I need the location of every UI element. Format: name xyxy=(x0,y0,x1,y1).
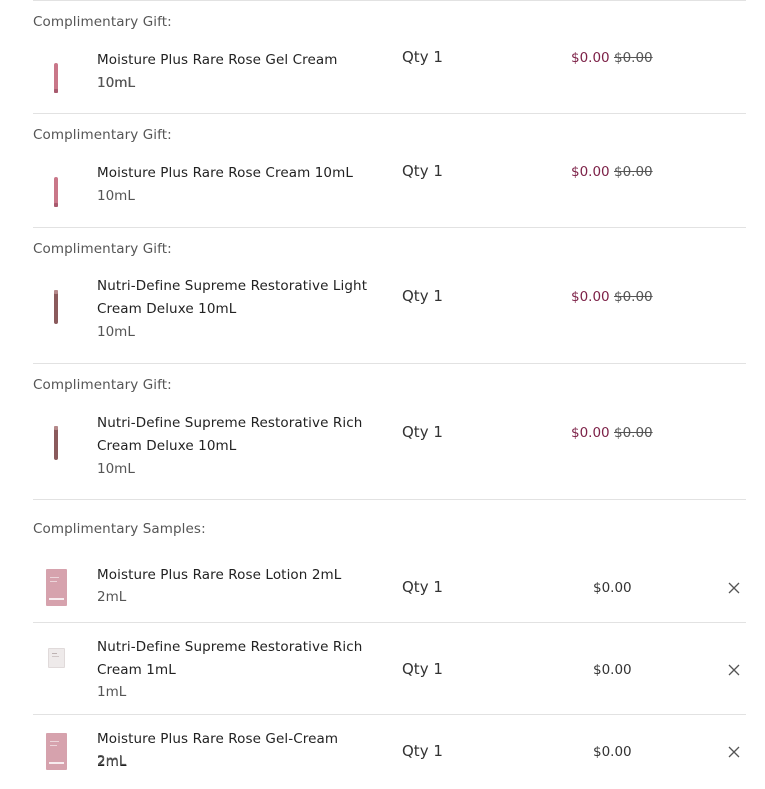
original-price: $0.00 xyxy=(614,425,653,441)
divider xyxy=(33,499,746,500)
product-size: 2mL xyxy=(97,589,127,605)
quantity: Qty 1 xyxy=(402,578,443,596)
product-name[interactable]: Nutri-Define Supreme Restorative Light C… xyxy=(97,275,372,321)
close-icon[interactable] xyxy=(727,745,741,759)
gift-section-label: Complimentary Gift: xyxy=(33,241,172,257)
original-price: $0.00 xyxy=(614,289,653,305)
price: $0.00 xyxy=(593,662,632,678)
white-sachet-icon xyxy=(48,648,65,668)
product-name[interactable]: Moisture Plus Rare Rose Cream 10mL xyxy=(97,162,372,185)
gift-section-label: Complimentary Gift: xyxy=(33,377,172,393)
original-price: $0.00 xyxy=(614,50,653,66)
product-size: 10mL xyxy=(97,324,135,340)
price: $0.00 xyxy=(593,580,632,596)
quantity: Qty 1 xyxy=(402,48,443,66)
rose-sachet-icon xyxy=(46,733,67,770)
divider xyxy=(33,0,746,1)
product-size: 10mL xyxy=(97,461,135,477)
divider xyxy=(33,227,746,228)
sale-price: $0.00 xyxy=(571,289,610,305)
product-size: 10mL xyxy=(97,75,135,91)
product-name[interactable]: Nutri-Define Supreme Restorative Rich Cr… xyxy=(97,636,372,682)
product-name[interactable]: Nutri-Define Supreme Restorative Rich Cr… xyxy=(97,412,372,458)
quantity: Qty 1 xyxy=(402,423,443,441)
product-name[interactable]: Moisture Plus Rare Rose Lotion 2mL xyxy=(97,564,372,587)
close-icon[interactable] xyxy=(727,663,741,677)
sale-price: $0.00 xyxy=(571,50,610,66)
gift-section-label: Complimentary Gift: xyxy=(33,127,172,143)
sale-price: $0.00 xyxy=(571,425,610,441)
divider xyxy=(33,622,746,623)
product-name[interactable]: Moisture Plus Rare Rose Gel Cream 10mL xyxy=(97,49,372,95)
divider xyxy=(33,113,746,114)
original-price: $0.00 xyxy=(614,164,653,180)
divider xyxy=(33,714,746,715)
quantity: Qty 1 xyxy=(402,287,443,305)
quantity: Qty 1 xyxy=(402,742,443,760)
product-name[interactable]: Moisture Plus Rare Rose Gel-Cream 2mL xyxy=(97,728,372,774)
sale-price: $0.00 xyxy=(571,164,610,180)
rose-sachet-icon xyxy=(46,569,67,606)
quantity: Qty 1 xyxy=(402,162,443,180)
price: $0.00 xyxy=(593,744,632,760)
close-icon[interactable] xyxy=(727,581,741,595)
product-size: 10mL xyxy=(97,188,135,204)
product-size: 1mL xyxy=(97,684,127,700)
product-size: 2mL xyxy=(97,753,127,769)
divider xyxy=(33,363,746,364)
gift-section-label: Complimentary Gift: xyxy=(33,14,172,30)
quantity: Qty 1 xyxy=(402,660,443,678)
samples-section-label: Complimentary Samples: xyxy=(33,521,206,537)
